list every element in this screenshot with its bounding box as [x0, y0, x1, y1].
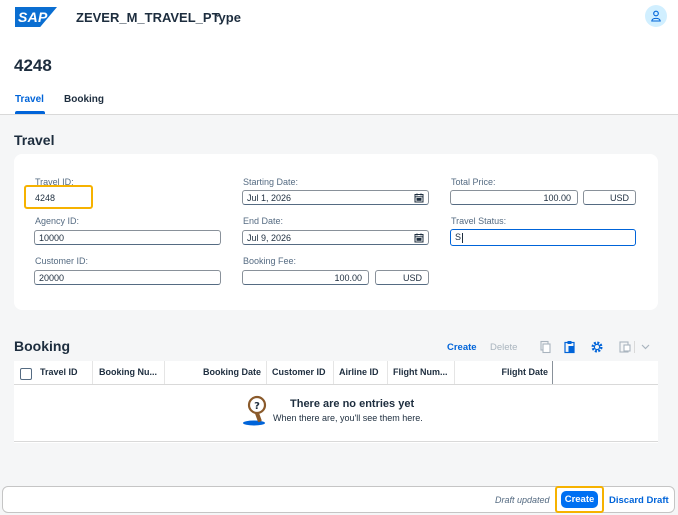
- column-separator: [164, 361, 165, 384]
- tab-booking[interactable]: Booking: [64, 94, 104, 105]
- tab-travel[interactable]: Travel: [15, 94, 44, 105]
- chevron-down-icon[interactable]: [641, 343, 650, 351]
- booking-fee-label: Booking Fee:: [243, 256, 297, 266]
- empty-state-title: There are no entries yet: [290, 398, 415, 410]
- travel-status-field[interactable]: S: [450, 229, 636, 246]
- booking-create-button[interactable]: Create: [447, 342, 477, 353]
- gear-icon[interactable]: [590, 340, 604, 354]
- text-cursor: [462, 232, 464, 243]
- column-header-travel-id[interactable]: Travel ID: [40, 361, 78, 384]
- chevron-down-icon[interactable]: [213, 12, 222, 20]
- column-header-customer-id[interactable]: Customer ID: [272, 361, 326, 384]
- column-separator: [552, 361, 553, 385]
- customer-id-field[interactable]: 20000: [34, 270, 221, 285]
- table-bottom-divider: [14, 441, 658, 442]
- column-separator: [333, 361, 334, 384]
- logo-text: SAP: [18, 9, 48, 25]
- agency-id-field[interactable]: 10000: [34, 230, 221, 245]
- select-all-checkbox[interactable]: [20, 368, 32, 380]
- customer-id-label: Customer ID:: [35, 256, 89, 266]
- column-header-flight-date[interactable]: Flight Date: [460, 361, 549, 384]
- column-separator: [266, 361, 267, 384]
- calendar-icon[interactable]: [414, 233, 424, 243]
- travel-status-label: Travel Status:: [451, 216, 507, 226]
- starting-date-label: Starting Date:: [243, 177, 299, 187]
- booking-delete-button[interactable]: Delete: [490, 342, 517, 353]
- draft-status: Draft updated: [495, 495, 550, 505]
- discard-draft-button[interactable]: Discard Draft: [609, 495, 669, 506]
- total-price-label: Total Price:: [451, 177, 496, 187]
- end-date-field[interactable]: Jul 9, 2026: [242, 230, 429, 245]
- column-header-airline-id[interactable]: Airline ID: [339, 361, 379, 384]
- total-price-currency-field[interactable]: USD: [583, 190, 636, 205]
- travel-status-value: S: [455, 232, 462, 242]
- create-button[interactable]: Create: [561, 491, 598, 508]
- empty-state-text: When there are, you'll see them here.: [273, 413, 423, 423]
- paste-icon[interactable]: [563, 340, 577, 354]
- section-title-travel: Travel: [14, 132, 55, 148]
- end-date-value: Jul 9, 2026: [247, 233, 292, 243]
- user-avatar[interactable]: [645, 5, 667, 27]
- starting-date-value: Jul 1, 2026: [247, 193, 292, 203]
- person-icon: [651, 10, 661, 22]
- starting-date-field[interactable]: Jul 1, 2026: [242, 190, 429, 205]
- column-separator: [454, 361, 455, 384]
- travel-id-value: 4248: [35, 193, 56, 203]
- end-date-label: End Date:: [243, 216, 284, 226]
- column-header-booking-date[interactable]: Booking Date: [168, 361, 261, 384]
- agency-id-label: Agency ID:: [35, 216, 80, 226]
- copy-icon[interactable]: [538, 340, 552, 354]
- calendar-icon[interactable]: [414, 193, 424, 203]
- section-title-booking: Booking: [14, 338, 70, 354]
- booking-fee-field[interactable]: 100.00: [242, 270, 369, 285]
- column-separator: [387, 361, 388, 384]
- column-header-flight-number[interactable]: Flight Num...: [393, 361, 448, 384]
- column-header-booking-number[interactable]: Booking Nu...: [99, 361, 157, 384]
- total-price-field[interactable]: 100.00: [450, 190, 578, 205]
- table-header-divider: [14, 384, 658, 385]
- export-icon[interactable]: [618, 340, 632, 354]
- toolbar-separator: [634, 341, 635, 353]
- empty-state-illustration-icon: ?: [243, 395, 267, 426]
- booking-fee-currency-field[interactable]: USD: [375, 270, 429, 285]
- column-separator: [92, 361, 93, 384]
- page-title: 4248: [14, 56, 52, 75]
- svg-text:?: ?: [254, 401, 260, 412]
